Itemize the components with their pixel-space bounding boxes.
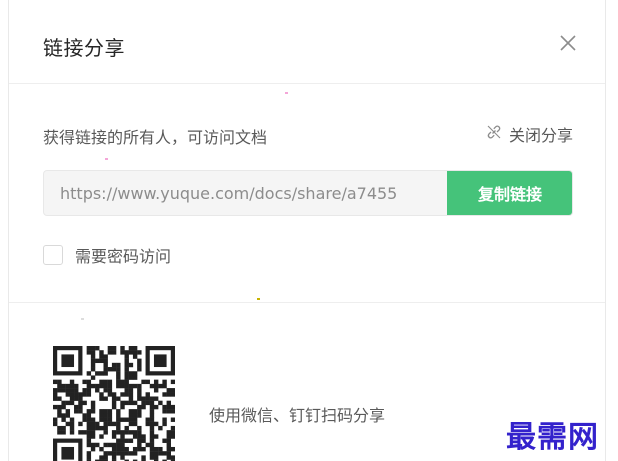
section-divider — [9, 302, 605, 303]
dialog-title: 链接分享 — [43, 36, 125, 60]
copy-link-button[interactable]: 复制链接 — [447, 171, 572, 215]
share-link-row: 复制链接 — [43, 170, 573, 216]
password-checkbox[interactable] — [43, 245, 63, 265]
share-dialog: 链接分享 获得链接的所有人，可访问文档 关闭分享 复制链接 需要密码访问 — [8, 0, 606, 461]
dialog-header: 链接分享 — [9, 0, 605, 84]
password-label: 需要密码访问 — [75, 247, 172, 266]
watermark-logo: 最需网 — [506, 420, 599, 455]
artifact-dot — [257, 298, 260, 300]
share-description: 获得链接的所有人，可访问文档 — [43, 128, 268, 147]
artifact-dot — [285, 92, 288, 94]
password-option[interactable]: 需要密码访问 — [43, 243, 171, 267]
share-link-input[interactable] — [44, 171, 448, 215]
unlink-icon — [485, 123, 503, 145]
close-icon[interactable] — [555, 30, 581, 56]
qr-code-icon — [53, 346, 175, 461]
artifact-dot — [105, 158, 108, 160]
close-share-link[interactable]: 关闭分享 — [485, 122, 573, 146]
artifact-dot — [81, 318, 84, 320]
qr-caption: 使用微信、钉钉扫码分享 — [209, 406, 386, 425]
close-share-label: 关闭分享 — [508, 126, 573, 145]
